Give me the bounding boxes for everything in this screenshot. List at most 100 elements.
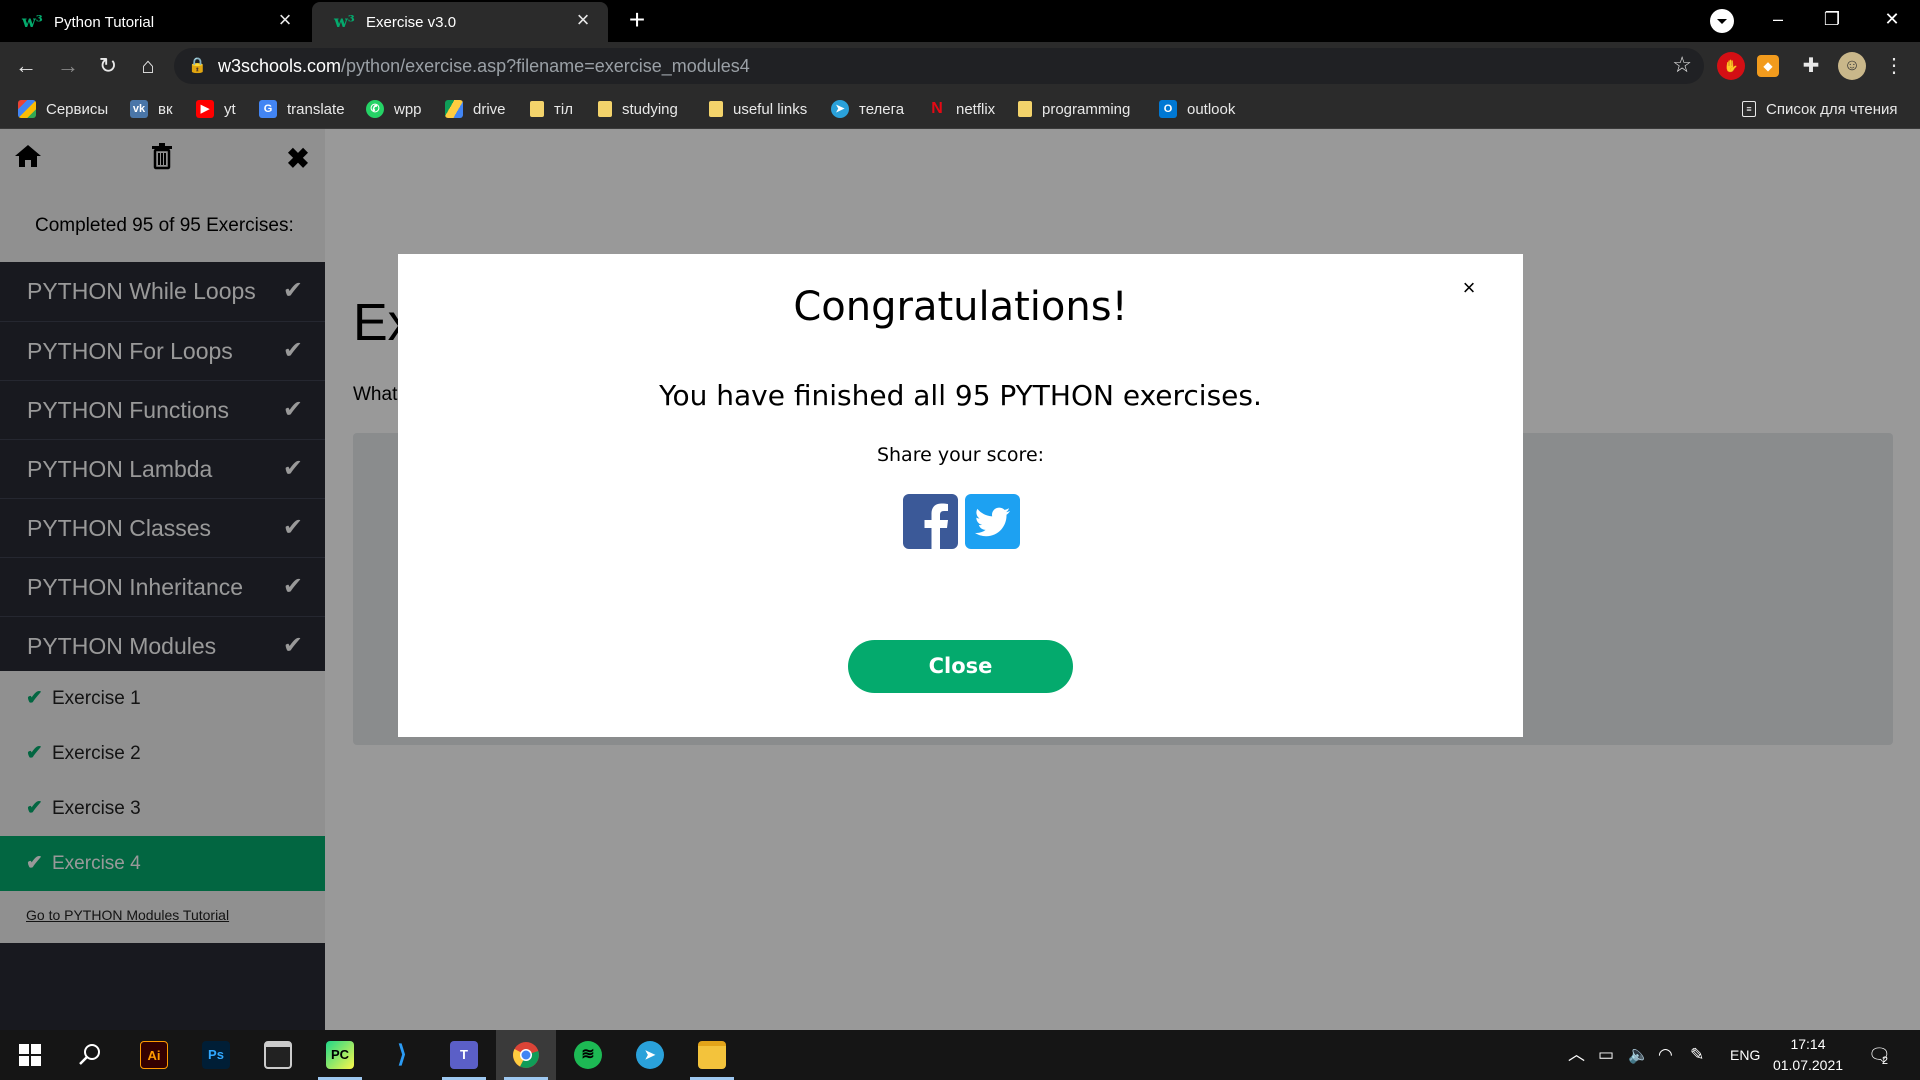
back-arrow-icon[interactable]: ← [10,50,42,82]
forward-arrow-icon[interactable]: → [52,50,84,82]
adblock-extension-icon[interactable]: ✋ [1717,52,1745,80]
lock-icon[interactable]: 🔒 [188,56,208,76]
bookmark-folder-studying[interactable]: studying [598,97,678,121]
battery-icon[interactable]: ▭ [1598,1044,1614,1066]
modal-title: Congratulations! [793,284,1128,330]
home-icon[interactable]: ⌂ [132,50,164,82]
google-translate-icon: G [259,100,277,118]
wifi-icon[interactable]: ◠ [1658,1044,1673,1066]
menu-kebab-icon[interactable]: ⋮ [1880,52,1908,80]
bookmark-label: translate [287,100,345,118]
google-drive-icon [445,100,463,118]
teams-icon[interactable]: T [434,1030,494,1080]
search-icon[interactable] [60,1030,120,1080]
bookmark-star-icon[interactable]: ☆ [1672,52,1692,78]
w3schools-icon: w³ [334,12,355,31]
whatsapp-icon: ✆ [366,100,384,118]
facebook-share-icon[interactable] [903,494,958,549]
bookmark-telega[interactable]: ➤ телега [831,97,904,121]
bookmark-label: Сервисы [46,100,109,118]
bookmark-label: drive [473,100,506,118]
w3schools-icon: w³ [22,12,43,31]
volume-icon[interactable]: 🔈 [1628,1044,1649,1066]
bookmark-label: useful links [733,100,808,118]
telegram-icon[interactable]: ➤ [620,1030,680,1080]
clock[interactable]: 17:14 01.07.2021 [1770,1034,1846,1076]
bookmark-folder-til[interactable]: тіл [530,97,573,121]
bookmark-label: outlook [1187,100,1236,118]
notification-badge: 2 [1881,1055,1888,1067]
window-close-icon[interactable]: ✕ [1866,0,1918,40]
reload-icon[interactable]: ↻ [92,50,124,82]
url-path: /python/exercise.asp?filename=exercise_m… [341,56,750,76]
illustrator-icon[interactable]: Ai [124,1030,184,1080]
tab-title: Python Tutorial [54,13,155,31]
address-bar[interactable]: 🔒 w3schools.com/python/exercise.asp?file… [174,48,1704,84]
bookmark-label: studying [622,100,678,118]
folder-icon [1018,101,1032,117]
reading-list[interactable]: ≡ Список для чтения [1742,97,1898,121]
extensions-puzzle-icon[interactable]: ✚ [1797,52,1825,80]
clock-time: 17:14 [1790,1036,1826,1052]
modal-message: You have finished all 95 PYTHON exercise… [659,379,1262,412]
bookmark-label: netflix [956,100,996,118]
vscode-icon[interactable]: ⟩ [372,1030,432,1080]
extension-icon[interactable]: ◆ [1757,55,1779,77]
bookmark-label: wpp [394,100,422,118]
web-page: ✖ Completed 95 of 95 Exercises: PYTHON W… [0,129,1920,1030]
outlook-icon: O [1159,100,1177,118]
url-text[interactable]: w3schools.com/python/exercise.asp?filena… [218,56,750,77]
restore-icon[interactable]: ❐ [1806,0,1858,40]
bookmark-folder-useful-links[interactable]: useful links [709,97,807,121]
windows-start-icon[interactable] [0,1030,60,1080]
bookmark-label: телега [859,100,905,118]
new-tab-button[interactable]: + [622,6,652,36]
youtube-icon: ▶ [196,100,214,118]
folder-icon [709,101,723,117]
folder-icon [598,101,612,117]
language-indicator[interactable]: ENG [1730,1044,1760,1066]
bookmark-label: тіл [554,100,573,118]
vk-icon: vk [130,100,148,118]
spotify-icon[interactable]: ≋ [558,1030,618,1080]
close-tab-icon[interactable]: × [572,9,594,32]
bookmarks-bar: Сервисы vk вк ▶ yt G translate ✆ wpp dri… [0,89,1920,129]
twitter-share-icon[interactable] [965,494,1020,549]
bookmark-apps[interactable]: Сервисы [18,97,108,121]
chrome-icon[interactable] [496,1030,556,1080]
reading-list-label: Список для чтения [1766,100,1898,118]
browser-toolbar: ← → ↻ ⌂ 🔒 w3schools.com/python/exercise.… [0,42,1920,89]
tab-python-tutorial[interactable]: w³ Python Tutorial × [0,2,310,42]
close-tab-icon[interactable]: × [274,9,296,32]
congratulations-modal: × Congratulations! You have finished all… [398,254,1523,737]
file-explorer-icon[interactable] [682,1030,742,1080]
bookmark-folder-programming[interactable]: programming [1018,97,1130,121]
windows-taskbar: Ai Ps PC ⟩ T ≋ ➤ ︿ ▭ 🔈 ◠ ✎ ENG 17:14 01.… [0,1030,1920,1080]
netflix-icon: N [931,100,943,117]
bookmark-drive[interactable]: drive [445,97,506,121]
bookmark-outlook[interactable]: O outlook [1159,97,1235,121]
telegram-icon: ➤ [831,100,849,118]
bookmark-netflix[interactable]: N netflix [928,97,995,121]
bookmark-wpp[interactable]: ✆ wpp [366,97,422,121]
url-host: w3schools.com [218,56,342,76]
tab-exercise[interactable]: w³ Exercise v3.0 × [312,2,608,42]
clock-date: 01.07.2021 [1772,1057,1844,1073]
terminal-icon[interactable] [248,1030,308,1080]
reading-list-icon: ≡ [1742,101,1756,117]
pen-icon[interactable]: ✎ [1690,1044,1704,1066]
bookmark-yt[interactable]: ▶ yt [196,97,236,121]
bookmark-translate[interactable]: G translate [259,97,345,121]
profile-downloads-icon[interactable] [1710,9,1734,33]
photoshop-icon[interactable]: Ps [186,1030,246,1080]
bookmark-label: yt [224,100,236,118]
profile-avatar[interactable]: ☺ [1838,52,1866,80]
pycharm-icon[interactable]: PC [310,1030,370,1080]
notifications-icon[interactable]: 🗨2 [1868,1044,1897,1067]
bookmark-vk[interactable]: vk вк [130,97,173,121]
tab-title: Exercise v3.0 [366,13,457,31]
browser-tab-strip: w³ Python Tutorial × w³ Exercise v3.0 × … [0,0,1920,42]
minimize-icon[interactable]: – [1752,0,1804,40]
close-button[interactable]: Close [848,640,1073,693]
tray-chevron-up-icon[interactable]: ︿ [1568,1044,1585,1066]
